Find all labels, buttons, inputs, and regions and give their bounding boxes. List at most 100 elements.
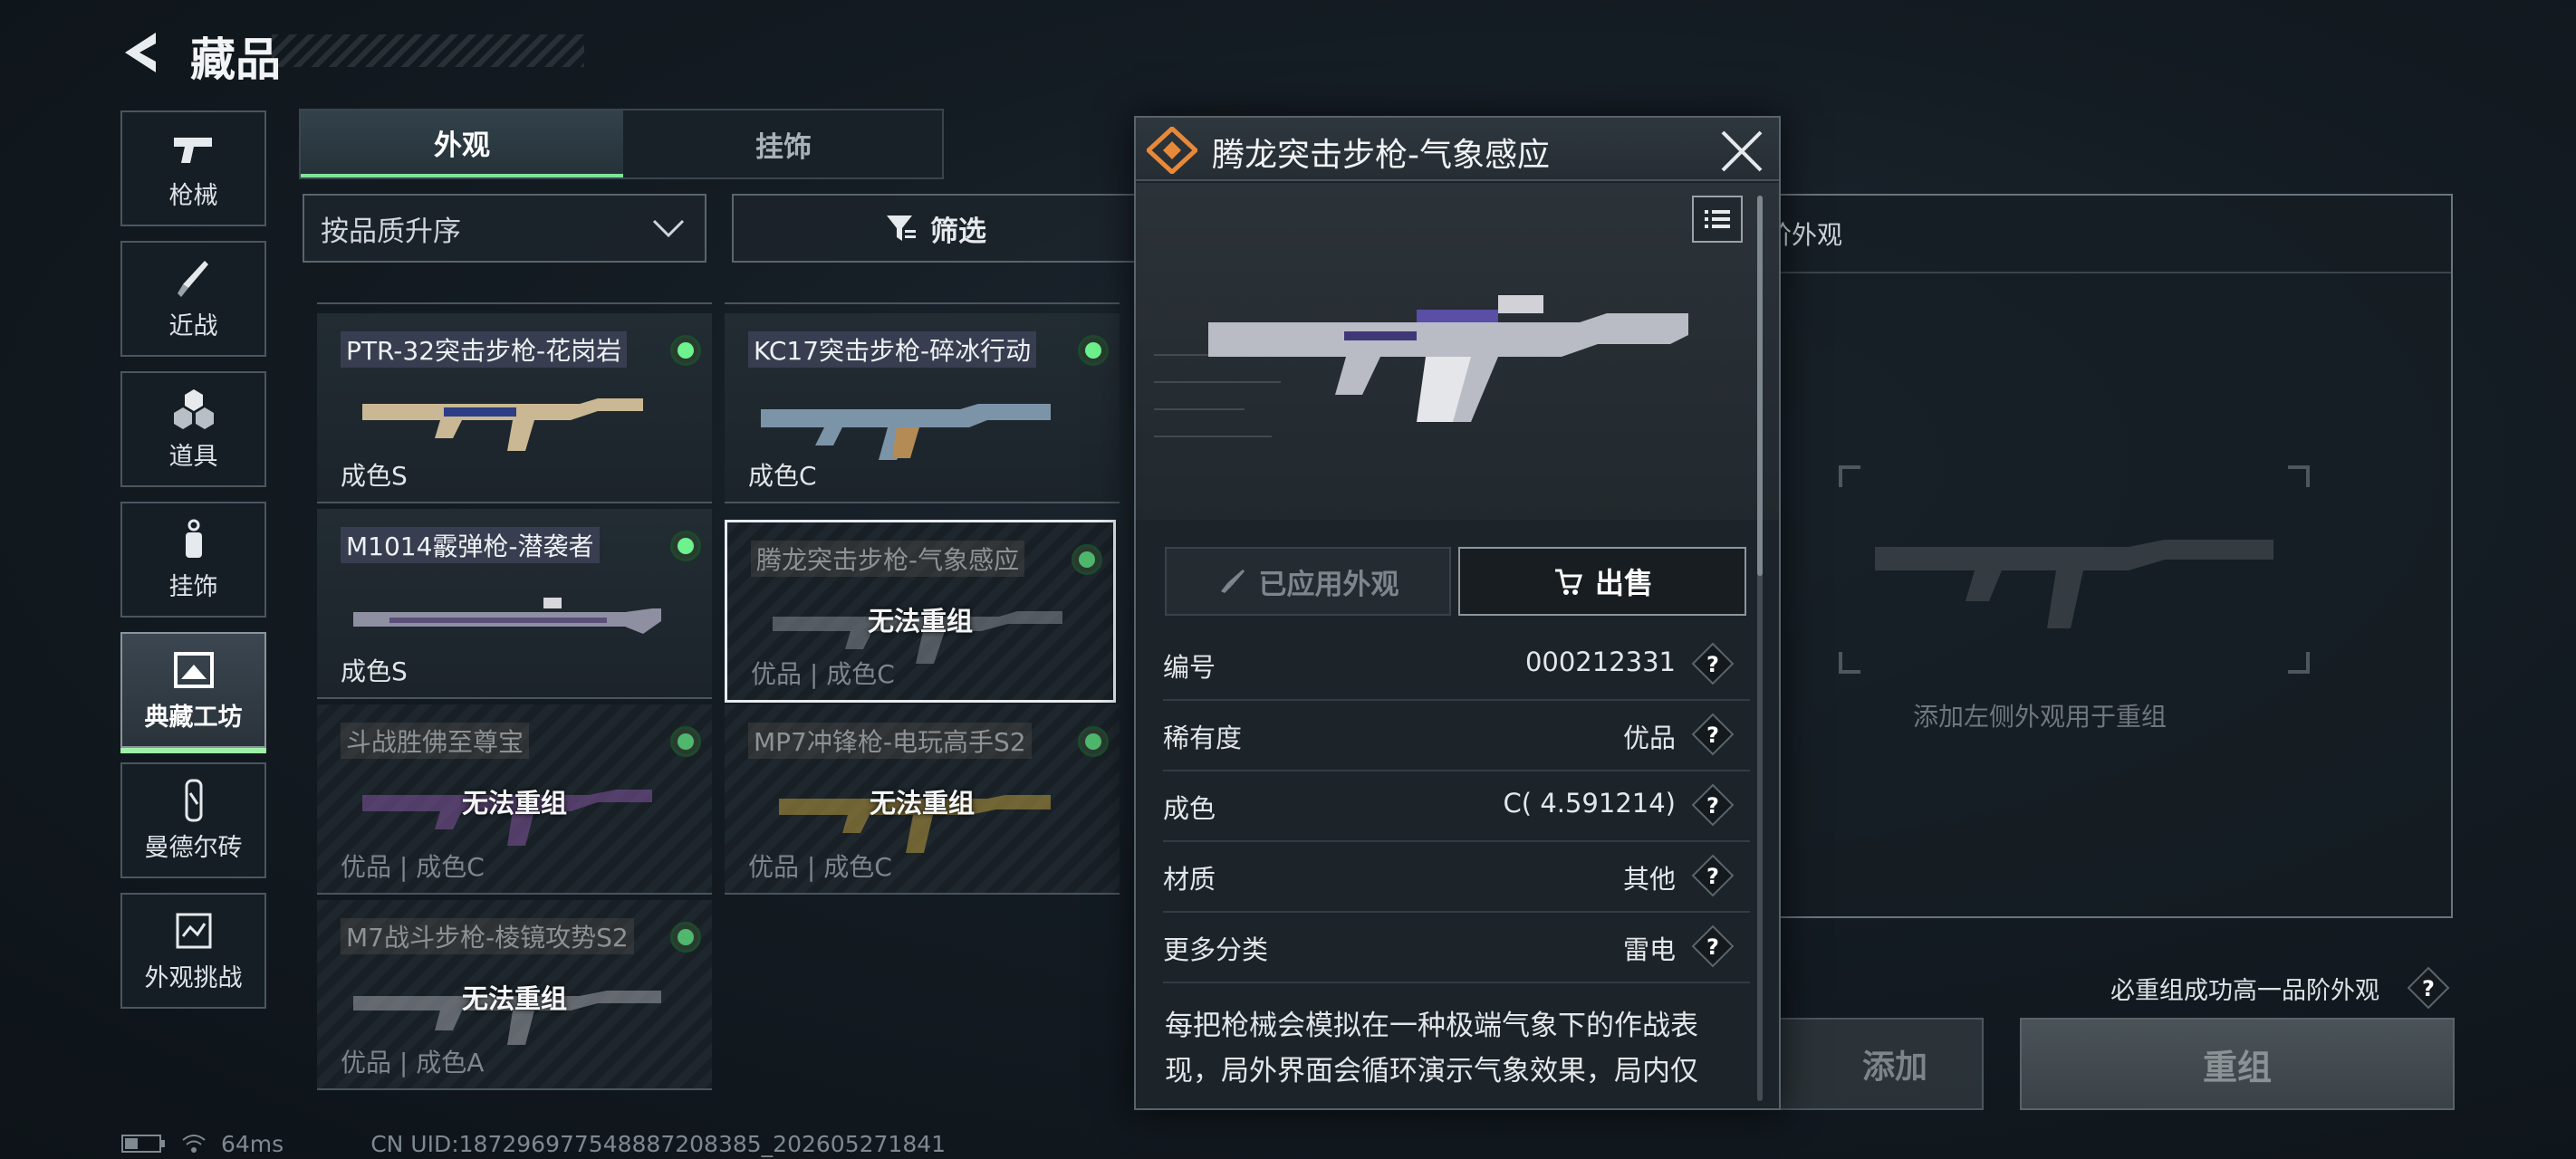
chevron-down-icon [652, 219, 685, 238]
wifi-icon [182, 1135, 206, 1153]
page-title: 藏品 [190, 34, 281, 86]
info-label: 材质 [1163, 864, 1216, 895]
info-row-rarity: 稀有度 优品 ? [1163, 701, 1750, 771]
battery-icon [121, 1135, 165, 1153]
grid-item[interactable]: KC17突击步枪-碎冰行动 成色C [725, 313, 1120, 503]
item-name: KC17突击步枪-碎冰行动 [748, 331, 1037, 368]
info-label: 成色 [1163, 793, 1216, 824]
info-row-id: 编号 000212331 ? [1163, 630, 1750, 701]
locked-overlay-text: 无法重组 [461, 983, 567, 1014]
scrollbar-thumb[interactable] [1757, 196, 1763, 576]
svg-text:?: ? [1706, 652, 1719, 677]
item-name: M7战斗步枪-棱镜攻势S2 [341, 918, 634, 954]
nav-item-guns[interactable]: 枪械 [120, 110, 266, 226]
help-icon[interactable]: ? [1690, 782, 1735, 828]
reforge-button[interactable]: 重组 [2020, 1018, 2455, 1110]
filter-button[interactable]: 筛选 [732, 194, 1139, 263]
info-value: 优品 [1622, 723, 1676, 753]
title-decoration [272, 34, 584, 67]
sell-button[interactable]: 出售 [1458, 547, 1746, 616]
popup-header: 腾龙突击步枪-气象感应 [1136, 118, 1779, 181]
add-button[interactable]: 添加 [1748, 1018, 1984, 1110]
grid-item-cut [317, 281, 712, 304]
back-button[interactable] [116, 25, 170, 80]
tab-pendant[interactable]: 挂饰 [623, 110, 944, 177]
nav-item-mandel-brick[interactable]: 曼德尔砖 [120, 762, 266, 878]
grid-item[interactable]: M7战斗步枪-棱镜攻势S2 无法重组 优品 | 成色A [317, 900, 712, 1090]
sort-dropdown[interactable]: 按品质升序 [303, 194, 706, 263]
status-dot-icon [670, 726, 701, 757]
reforge-hint: 添加左侧外观用于重组 [1913, 702, 2167, 732]
nav-label: 近战 [168, 311, 218, 340]
nav-item-workshop[interactable]: 典藏工坊 [120, 632, 266, 753]
rarity-diamond-icon [1147, 127, 1197, 174]
popup-title: 腾龙突击步枪-气象感应 [1212, 137, 1550, 174]
help-icon[interactable]: ? [2406, 965, 2451, 1011]
item-name: MP7冲锋枪-电玩高手S2 [748, 723, 1032, 759]
nav-label: 挂饰 [168, 572, 218, 601]
item-description: 每把枪械会模拟在一种极端气象下的作战表现，局外界面会循环演示气象效果，局内仅 [1165, 1010, 1698, 1087]
close-icon[interactable] [1717, 127, 1766, 176]
info-label: 更多分类 [1163, 934, 1269, 965]
challenge-icon [176, 913, 211, 948]
help-icon[interactable]: ? [1690, 853, 1735, 898]
grid-item[interactable]: 斗战胜佛至尊宝 无法重组 优品 | 成色C [317, 704, 712, 895]
nav-item-melee[interactable]: 近战 [120, 241, 266, 357]
shotgun-image [353, 598, 661, 634]
grid-item[interactable]: MP7冲锋枪-电玩高手S2 无法重组 优品 | 成色C [725, 704, 1120, 895]
reforge-slot[interactable] [1839, 465, 2310, 674]
list-button[interactable] [1692, 196, 1743, 243]
item-grade: 成色S [341, 461, 408, 491]
tab-appearance[interactable]: 外观 [301, 110, 623, 177]
help-icon[interactable]: ? [1690, 712, 1735, 757]
back-arrow-icon [125, 33, 156, 72]
help-icon[interactable]: ? [1690, 924, 1735, 969]
svg-text:?: ? [1706, 864, 1719, 889]
category-tabs: 外观 挂饰 [299, 109, 944, 179]
status-dot-icon [670, 922, 701, 953]
item-grade: 优品 | 成色C [751, 659, 895, 689]
item-name: 斗战胜佛至尊宝 [341, 723, 530, 759]
item-name: M1014霰弹枪-潜袭者 [341, 527, 600, 563]
nav-label: 枪械 [168, 181, 218, 210]
info-row-category: 更多分类 雷电 ? [1163, 913, 1750, 983]
rifle-image [1208, 295, 1688, 422]
applied-appearance-button[interactable]: 已应用外观 [1165, 547, 1451, 616]
svg-text:?: ? [2422, 976, 2435, 1001]
status-dot-icon [1078, 726, 1109, 757]
nav-label: 道具 [168, 442, 218, 471]
nav-item-appearance-challenge[interactable]: 外观挑战 [120, 893, 266, 1009]
pistol-icon [173, 137, 212, 163]
reforge-guarantee-text: 必重组成功高一品阶外观 [2110, 977, 2379, 1005]
filter-label: 筛选 [930, 215, 986, 248]
item-grade: 优品 | 成色C [341, 852, 485, 882]
svg-text:?: ? [1706, 723, 1719, 748]
grid-item[interactable]: PTR-32突击步枪-花岗岩 成色S [317, 313, 712, 503]
nav-item-items[interactable]: 道具 [120, 371, 266, 487]
nav-label: 典藏工坊 [144, 703, 243, 732]
status-bar: 64ms CN UID:187296977548887208385_202605… [121, 1130, 946, 1157]
item-grade: 成色C [748, 461, 817, 491]
workshop-icon [173, 651, 214, 688]
grenade-icon [173, 388, 214, 429]
sort-label: 按品质升序 [321, 215, 461, 248]
grid-item[interactable]: M1014霰弹枪-潜袭者 成色S [317, 509, 712, 699]
nav-item-charms[interactable]: 挂饰 [120, 502, 266, 618]
grid-item-selected[interactable]: 腾龙突击步枪-气象感应 无法重组 优品 | 成色C [725, 520, 1116, 703]
locked-overlay-text: 无法重组 [869, 788, 975, 819]
info-value: 雷电 [1622, 934, 1676, 965]
filter-icon [887, 216, 916, 241]
list-icon [1705, 210, 1730, 228]
help-icon[interactable]: ? [1690, 641, 1735, 686]
applied-label: 已应用外观 [1258, 568, 1399, 601]
svg-text:?: ? [1706, 934, 1719, 960]
info-row-wear: 成色 C( 4.591214) ? [1163, 771, 1750, 842]
item-grade: 优品 | 成色C [748, 852, 892, 882]
brick-icon [185, 779, 202, 821]
knife-icon [177, 260, 208, 297]
item-grade: 成色S [341, 656, 408, 686]
svg-text:?: ? [1706, 793, 1719, 819]
rifle-image [761, 404, 1051, 460]
sell-label: 出售 [1594, 566, 1653, 600]
status-dot-icon [670, 531, 701, 561]
